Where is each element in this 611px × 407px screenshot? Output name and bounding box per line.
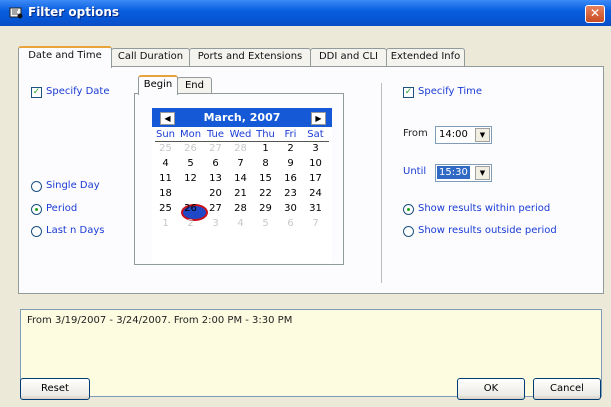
calendar-day[interactable]: 28 xyxy=(228,203,253,214)
weekday-fri: Fri xyxy=(284,129,297,140)
calendar-day[interactable]: 1 xyxy=(253,143,278,154)
specify-time-checkbox[interactable]: ✓ xyxy=(403,87,414,98)
calendar-day[interactable]: 18 xyxy=(153,188,178,199)
weekday-tue: Tue xyxy=(206,129,225,140)
from-label: From xyxy=(403,128,428,139)
single-day-radio[interactable] xyxy=(31,181,42,192)
calendar-day[interactable]: 20 xyxy=(203,188,228,199)
calendar-day[interactable]: 21 xyxy=(228,188,253,199)
prev-month-icon[interactable]: ◀ xyxy=(160,112,175,125)
calendar-day[interactable]: 27 xyxy=(203,143,228,154)
calendar-day[interactable]: 2 xyxy=(178,218,203,229)
calendar-day[interactable]: 6 xyxy=(203,158,228,169)
tab-ports-and-extensions[interactable]: Ports and Extensions xyxy=(189,48,311,66)
period-label: Period xyxy=(46,203,78,214)
calendar-day[interactable]: 31 xyxy=(303,203,328,214)
calendar-day[interactable]: 15 xyxy=(253,173,278,184)
tab-date-and-time[interactable]: Date and Time xyxy=(18,46,112,68)
calendar-day[interactable]: 1 xyxy=(153,218,178,229)
filter-summary-text: From 3/19/2007 - 3/24/2007. From 2:00 PM… xyxy=(27,315,293,326)
calendar-day[interactable]: 7 xyxy=(228,158,253,169)
calendar-day[interactable]: 9 xyxy=(278,158,303,169)
window-title: Filter options xyxy=(28,5,120,19)
tab-end[interactable]: End xyxy=(177,77,212,94)
ok-button[interactable]: OK xyxy=(457,378,525,400)
calendar-day[interactable]: 23 xyxy=(278,188,303,199)
tab-call-duration[interactable]: Call Duration xyxy=(111,48,190,66)
weekday-mon: Mon xyxy=(179,129,202,140)
next-month-icon[interactable]: ▶ xyxy=(311,112,326,125)
until-time-select[interactable]: 15:30 ▼ xyxy=(435,164,492,182)
calendar-day[interactable]: 3 xyxy=(303,143,328,154)
calendar-day[interactable]: 10 xyxy=(303,158,328,169)
tab-begin[interactable]: Begin xyxy=(138,75,178,95)
weekday-thu: Thu xyxy=(256,129,275,140)
reset-button[interactable]: Reset xyxy=(20,378,90,400)
until-time-value: 15:30 xyxy=(437,166,470,179)
weekday-divider xyxy=(155,141,329,142)
specify-date-checkbox[interactable]: ✓ xyxy=(31,87,42,98)
specify-date-label: Specify Date xyxy=(46,86,110,97)
calendar-day[interactable]: 25 xyxy=(153,203,178,214)
calendar-day[interactable]: 17 xyxy=(303,173,328,184)
calendar-day[interactable]: 22 xyxy=(253,188,278,199)
calendar-day[interactable]: 5 xyxy=(178,158,203,169)
section-divider xyxy=(381,83,382,283)
chevron-down-icon[interactable]: ▼ xyxy=(475,128,490,142)
calendar-day[interactable]: 30 xyxy=(278,203,303,214)
calendar-day[interactable]: 11 xyxy=(153,173,178,184)
calendar-day[interactable]: 4 xyxy=(228,218,253,229)
calendar-day[interactable]: 4 xyxy=(153,158,178,169)
from-time-select[interactable]: 14:00 ▼ xyxy=(435,126,492,144)
weekday-sun: Sun xyxy=(155,129,176,140)
until-label: Until xyxy=(403,166,427,177)
calendar-day[interactable]: 6 xyxy=(278,218,303,229)
single-day-label: Single Day xyxy=(46,180,100,191)
calendar-day[interactable]: 13 xyxy=(203,173,228,184)
calendar-day[interactable]: 14 xyxy=(228,173,253,184)
calendar-day[interactable]: 19 xyxy=(178,188,203,199)
calendar-day[interactable]: 8 xyxy=(253,158,278,169)
calendar-day[interactable]: 2 xyxy=(278,143,303,154)
tab-extended-info[interactable]: Extended Info xyxy=(386,48,465,66)
calendar-day[interactable]: 25 xyxy=(153,143,178,154)
calendar-day[interactable]: 28 xyxy=(228,143,253,154)
calendar-day[interactable]: 3 xyxy=(203,218,228,229)
calendar-day[interactable]: 26 xyxy=(178,143,203,154)
app-icon xyxy=(9,7,23,19)
calendar-day[interactable]: 29 xyxy=(253,203,278,214)
calendar-day[interactable]: 16 xyxy=(278,173,303,184)
last-n-days-label: Last n Days xyxy=(46,225,105,236)
last-n-days-radio[interactable] xyxy=(31,226,42,237)
dialog-body: Date and Time Call Duration Ports and Ex… xyxy=(4,26,607,403)
outside-period-radio[interactable] xyxy=(403,226,414,237)
weekday-sat: Sat xyxy=(307,129,324,140)
specify-time-label: Specify Time xyxy=(418,86,483,97)
calendar-day[interactable]: 7 xyxy=(303,218,328,229)
period-radio[interactable] xyxy=(31,204,42,215)
filter-options-window: Filter options ✕ Date and Time Call Dura… xyxy=(0,0,611,407)
calendar-day[interactable]: 5 xyxy=(253,218,278,229)
chevron-down-icon[interactable]: ▼ xyxy=(475,166,490,180)
calendar-month-title[interactable]: March, 2007 xyxy=(192,111,292,124)
close-button[interactable]: ✕ xyxy=(585,5,605,23)
within-period-label: Show results within period xyxy=(418,203,551,214)
calendar-day[interactable]: 27 xyxy=(203,203,228,214)
calendar-day[interactable]: 12 xyxy=(178,173,203,184)
calendar-day[interactable]: 24 xyxy=(303,188,328,199)
from-time-value: 14:00 xyxy=(439,129,468,140)
calendar-day[interactable]: 26 xyxy=(178,203,203,214)
tab-ddi-and-cli[interactable]: DDI and CLI xyxy=(310,48,387,66)
within-period-radio[interactable] xyxy=(403,204,414,215)
weekday-wed: Wed xyxy=(229,129,252,140)
month-calendar[interactable]: ◀ March, 2007 ▶ Sun Mon Tue Wed Thu Fri … xyxy=(152,108,332,263)
cancel-button[interactable]: Cancel xyxy=(533,378,601,400)
outside-period-label: Show results outside period xyxy=(418,225,557,236)
title-bar[interactable]: Filter options ✕ xyxy=(0,0,611,26)
calendar-header: ◀ March, 2007 ▶ xyxy=(152,108,332,127)
